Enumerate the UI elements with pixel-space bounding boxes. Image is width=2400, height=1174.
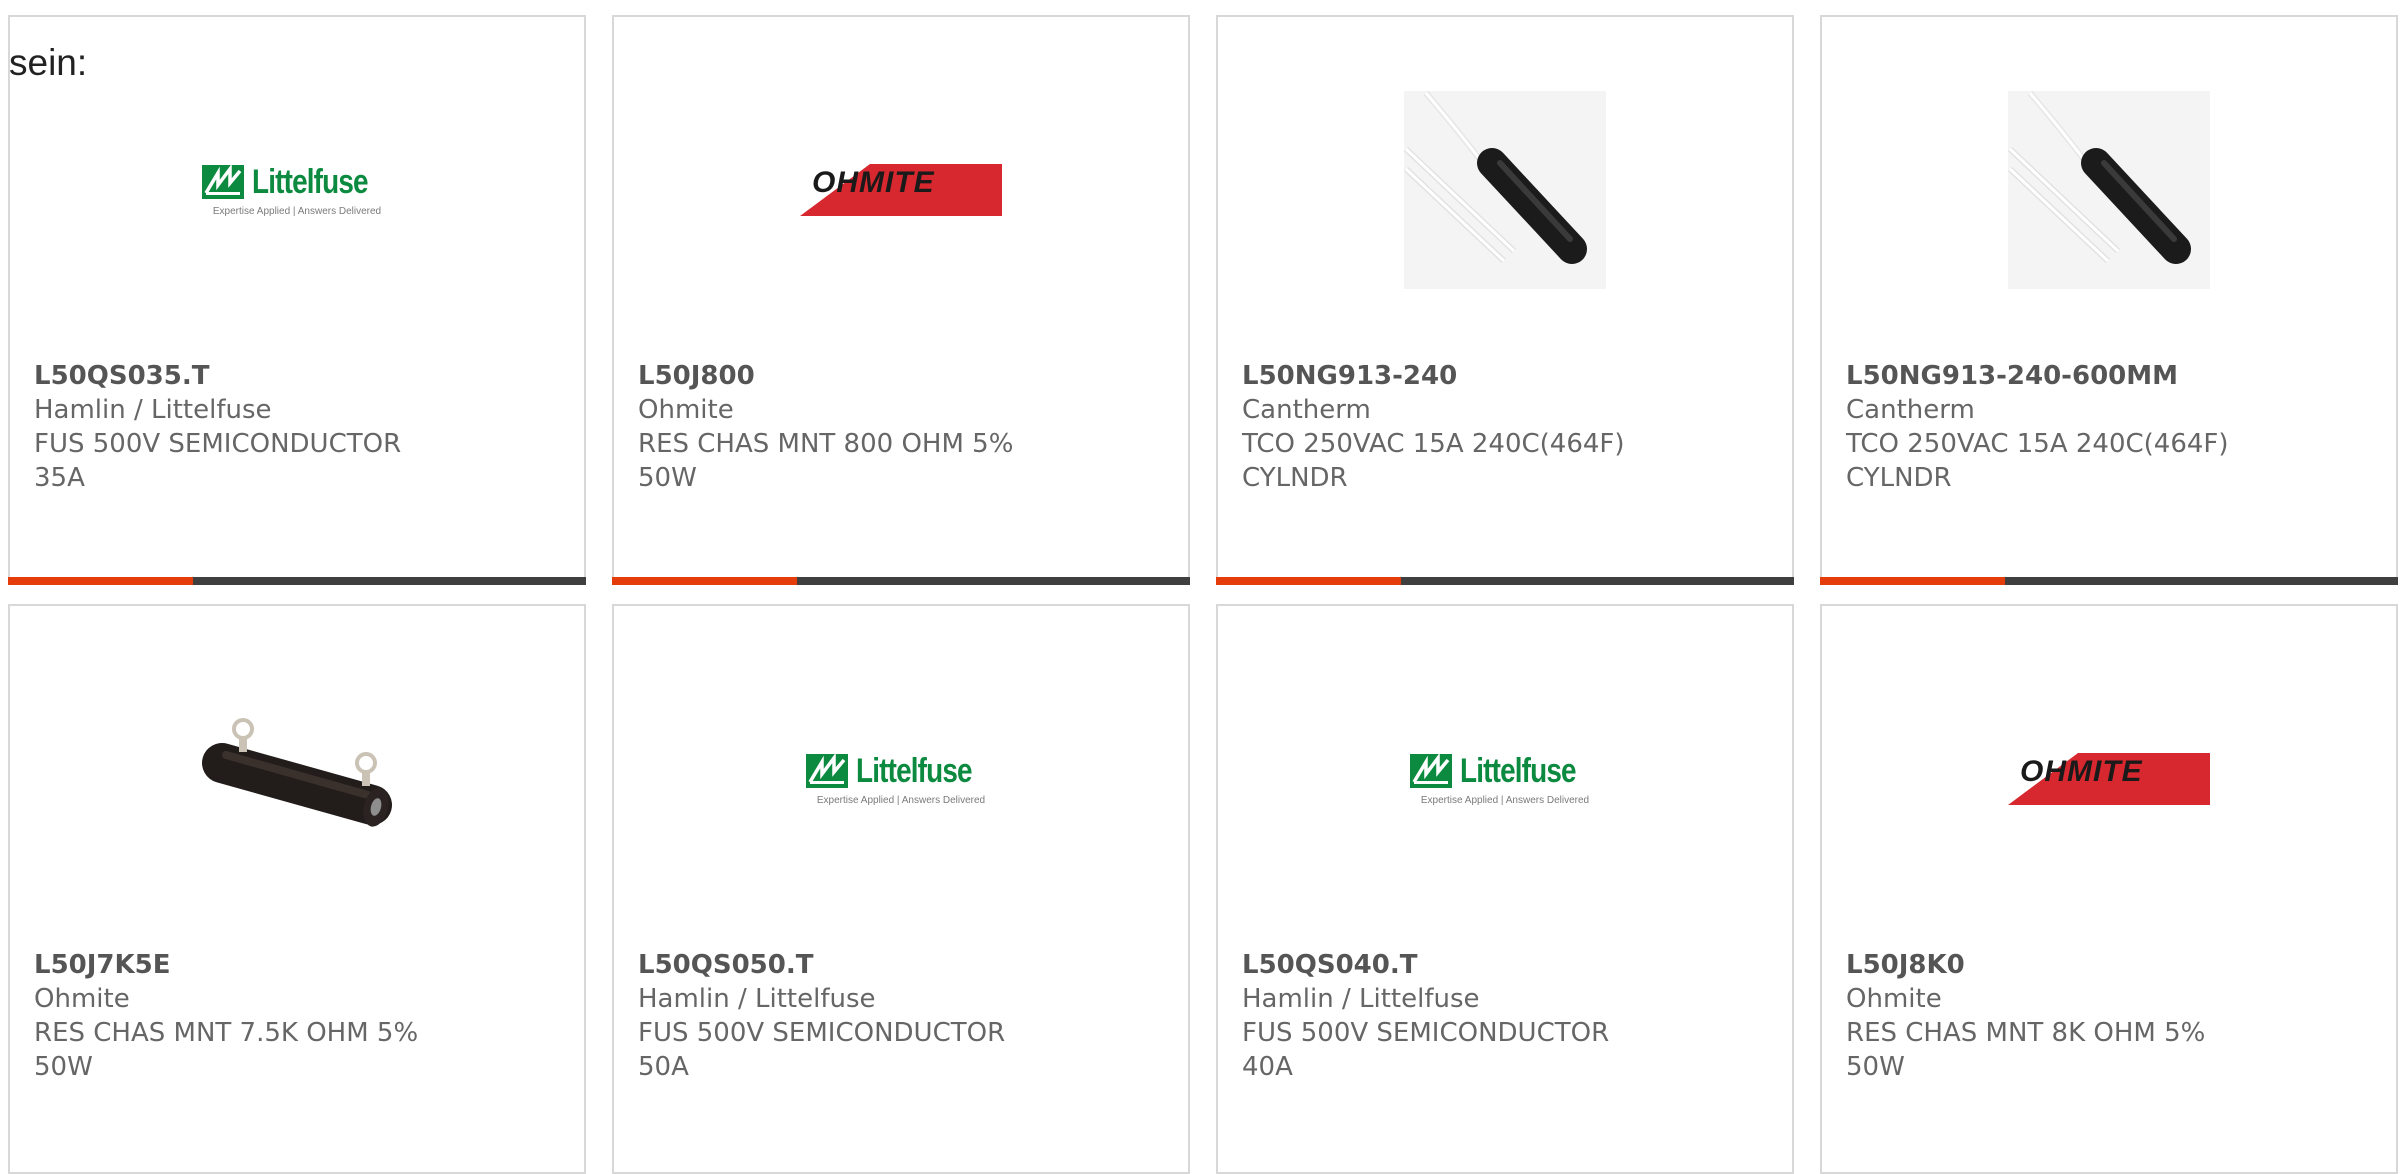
product-info: L50NG913-240 Cantherm TCO 250VAC 15A 240C(… <box>1242 359 1768 495</box>
intro-text: sein: <box>9 42 88 83</box>
product-card[interactable]: Littelfuse Expertise Applied | Answers D… <box>612 604 1190 1174</box>
product-image[interactable]: OHMITE <box>1822 666 2396 891</box>
part-number[interactable]: L50QS050.T <box>638 948 1164 982</box>
littelfuse-emblem-icon <box>202 165 244 199</box>
part-number[interactable]: L50NG913-240-600MM <box>1846 359 2372 393</box>
part-number[interactable]: L50QS040.T <box>1242 948 1768 982</box>
product-description: FUS 500V SEMICONDUCTOR 35A <box>34 429 402 493</box>
part-number[interactable]: L50J8K0 <box>1846 948 2372 982</box>
part-number[interactable]: L50J800 <box>638 359 1164 393</box>
product-card[interactable]: Littelfuse Expertise Applied | Answers D… <box>1216 604 1794 1174</box>
product-description: FUS 500V SEMICONDUCTOR 40A <box>1242 1018 1610 1082</box>
product-image[interactable] <box>10 666 584 891</box>
manufacturer-name: Ohmite <box>1846 984 1942 1014</box>
manufacturer-name: Cantherm <box>1846 395 1975 425</box>
product-image[interactable] <box>1822 77 2396 302</box>
product-card[interactable]: OHMITE L50J8K0 Ohmite RES CHAS MNT 8K OHM … <box>1820 604 2398 1174</box>
part-number[interactable]: L50J7K5E <box>34 948 560 982</box>
littelfuse-emblem-icon <box>1410 754 1452 788</box>
littelfuse-wordmark: Littelfuse <box>856 751 973 790</box>
part-number[interactable]: L50QS035.T <box>34 359 560 393</box>
littelfuse-logo: Littelfuse Expertise Applied | Answers D… <box>195 163 399 217</box>
product-image[interactable] <box>1218 77 1792 302</box>
card-progress-fill <box>8 577 193 585</box>
manufacturer-name: Cantherm <box>1242 395 1371 425</box>
product-grid: Littelfuse Expertise Applied | Answers D… <box>8 15 2398 1174</box>
card-progress-bar <box>612 577 1190 585</box>
littelfuse-emblem-icon <box>806 754 848 788</box>
littelfuse-tagline: Expertise Applied | Answers Delivered <box>816 794 986 806</box>
ohmite-wordmark: OHMITE <box>2020 754 2143 788</box>
product-info: L50QS035.T Hamlin / Littelfuse FUS 500V SE… <box>34 359 560 495</box>
product-image[interactable]: OHMITE <box>614 77 1188 302</box>
card-progress-bar <box>1820 577 2398 585</box>
manufacturer-name: Hamlin / Littelfuse <box>1242 984 1480 1014</box>
product-description: RES CHAS MNT 7.5K OHM 5% 50W <box>34 1018 419 1082</box>
manufacturer-name: Ohmite <box>638 395 734 425</box>
littelfuse-logo: Littelfuse Expertise Applied | Answers D… <box>799 752 1003 806</box>
card-progress-fill <box>612 577 797 585</box>
littelfuse-wordmark: Littelfuse <box>1460 751 1577 790</box>
product-description: FUS 500V SEMICONDUCTOR 50A <box>638 1018 1006 1082</box>
chassis-resistor-photo <box>202 717 392 827</box>
thermal-cutoff-photo <box>1404 90 1606 289</box>
product-card[interactable]: OHMITE L50J800 Ohmite RES CHAS MNT 800 OHM… <box>612 15 1190 585</box>
littelfuse-tagline: Expertise Applied | Answers Delivered <box>212 205 382 217</box>
product-info: L50QS040.T Hamlin / Littelfuse FUS 500V SE… <box>1242 948 1768 1084</box>
manufacturer-name: Hamlin / Littelfuse <box>638 984 876 1014</box>
littelfuse-logo: Littelfuse Expertise Applied | Answers D… <box>1403 752 1607 806</box>
product-info: L50J8K0 Ohmite RES CHAS MNT 8K OHM 5% 50W <box>1846 948 2372 1084</box>
manufacturer-name: Ohmite <box>34 984 130 1014</box>
product-description: TCO 250VAC 15A 240C(464F) CYLNDR <box>1846 429 2229 493</box>
product-image[interactable]: Littelfuse Expertise Applied | Answers D… <box>614 666 1188 891</box>
ohmite-logo: OHMITE <box>2008 752 2210 805</box>
manufacturer-name: Hamlin / Littelfuse <box>34 395 272 425</box>
product-card[interactable]: L50J7K5E Ohmite RES CHAS MNT 7.5K OHM 5% 5… <box>8 604 586 1174</box>
product-info: L50J800 Ohmite RES CHAS MNT 800 OHM 5% 50W <box>638 359 1164 495</box>
product-info: L50NG913-240-600MM Cantherm TCO 250VAC 15A… <box>1846 359 2372 495</box>
card-progress-fill <box>1216 577 1401 585</box>
product-description: TCO 250VAC 15A 240C(464F) CYLNDR <box>1242 429 1625 493</box>
product-description: RES CHAS MNT 8K OHM 5% 50W <box>1846 1018 2206 1082</box>
thermal-cutoff-photo <box>2008 90 2210 289</box>
product-description: RES CHAS MNT 800 OHM 5% 50W <box>638 429 1014 493</box>
littelfuse-wordmark: Littelfuse <box>252 162 369 201</box>
product-card[interactable]: L50NG913-240-600MM Cantherm TCO 250VAC 15A… <box>1820 15 2398 585</box>
product-card[interactable]: L50NG913-240 Cantherm TCO 250VAC 15A 240C(… <box>1216 15 1794 585</box>
card-progress-bar <box>8 577 586 585</box>
product-info: L50QS050.T Hamlin / Littelfuse FUS 500V SE… <box>638 948 1164 1084</box>
ohmite-logo: OHMITE <box>800 163 1002 216</box>
part-number[interactable]: L50NG913-240 <box>1242 359 1768 393</box>
littelfuse-tagline: Expertise Applied | Answers Delivered <box>1420 794 1590 806</box>
card-progress-bar <box>1216 577 1794 585</box>
product-info: L50J7K5E Ohmite RES CHAS MNT 7.5K OHM 5% 5… <box>34 948 560 1084</box>
ohmite-wordmark: OHMITE <box>812 165 935 199</box>
product-card[interactable]: Littelfuse Expertise Applied | Answers D… <box>8 15 586 585</box>
product-image[interactable]: Littelfuse Expertise Applied | Answers D… <box>1218 666 1792 891</box>
product-image[interactable]: Littelfuse Expertise Applied | Answers D… <box>10 77 584 302</box>
card-progress-fill <box>1820 577 2005 585</box>
